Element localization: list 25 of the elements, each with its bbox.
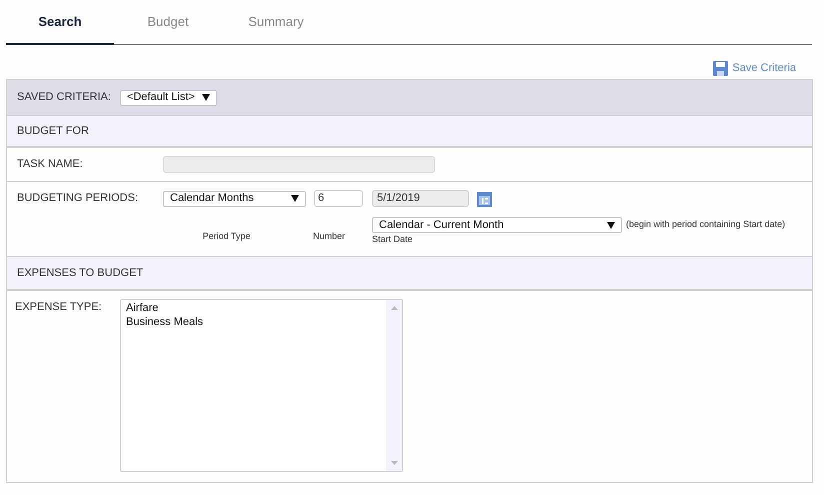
caption: Number xyxy=(313,230,346,242)
period-type-select[interactable]: Calendar Months xyxy=(163,190,306,206)
caret-icon xyxy=(202,94,210,101)
caption: Period Type xyxy=(202,230,252,243)
saved-criteria-label: SAVED CRITERIA: xyxy=(17,90,111,106)
hint-text: (begin with period containing Start date) xyxy=(626,218,786,232)
number-field[interactable]: 6 xyxy=(314,190,363,207)
tab[interactable]: Search xyxy=(6,0,114,45)
section-header: EXPENSES TO BUDGET xyxy=(7,257,812,291)
caption: Start Date xyxy=(372,233,414,246)
expense-type-list[interactable]: Airfare Business Meals xyxy=(120,299,403,472)
field-label: BUDGETING PERIODS: xyxy=(17,191,140,206)
scrollbar[interactable] xyxy=(386,300,402,471)
field-label: EXPENSE TYPE: xyxy=(15,300,103,315)
list-option[interactable]: Business Meals xyxy=(126,315,386,329)
start-mode-select[interactable]: Calendar - Current Month xyxy=(372,217,622,233)
caret-icon xyxy=(291,195,299,202)
section-header: BUDGET FOR xyxy=(7,116,812,148)
scroll-up-icon[interactable] xyxy=(390,306,398,310)
caret-icon xyxy=(607,222,615,228)
scroll-down-icon[interactable] xyxy=(390,461,398,465)
list-option[interactable]: Airfare xyxy=(126,301,386,315)
saved-criteria-select[interactable]: <Default List> xyxy=(120,90,217,106)
calendar-icon[interactable] xyxy=(477,190,492,206)
field-label: TASK NAME: xyxy=(17,157,84,172)
